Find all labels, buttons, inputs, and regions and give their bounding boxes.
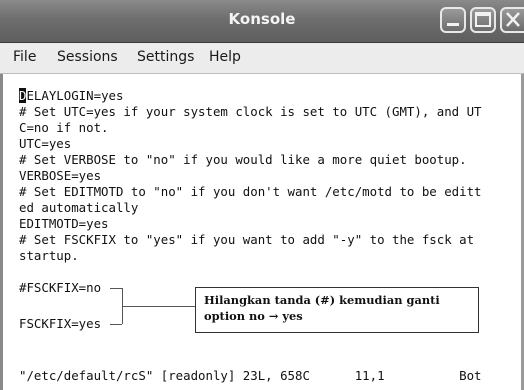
terminal-line: C=no if not. bbox=[19, 120, 109, 135]
minimize-button[interactable] bbox=[440, 7, 466, 33]
menu-sessions[interactable]: Sessions bbox=[57, 49, 118, 65]
terminal-line: VERBOSE=yes bbox=[19, 168, 102, 183]
terminal-line: #FSCKFIX=no bbox=[19, 280, 102, 295]
maximize-icon bbox=[475, 12, 491, 27]
terminal-line: # Set FSCKFIX to "yes" if you want to ad… bbox=[19, 232, 475, 247]
close-button[interactable] bbox=[500, 7, 524, 33]
annotation-callout: Hilangkan tanda (#) kemudian ganti optio… bbox=[195, 287, 479, 333]
terminal-line: # Set VERBOSE to "no" if you would like … bbox=[19, 152, 467, 167]
menu-settings[interactable]: Settings bbox=[137, 49, 194, 65]
status-line: "/etc/default/rcS" [readonly] 23L, 658C … bbox=[19, 368, 482, 383]
terminal-line: EDITMOTD=yes bbox=[19, 216, 109, 231]
terminal-line: ed automatically bbox=[19, 200, 139, 215]
connector-line bbox=[122, 306, 195, 307]
terminal-line: UTC=yes bbox=[19, 136, 72, 151]
terminal-line-text: ELAYLOGIN=yes bbox=[26, 88, 124, 103]
close-icon bbox=[506, 12, 520, 27]
maximize-button[interactable] bbox=[470, 7, 496, 33]
menu-bar: File Sessions Settings Help bbox=[0, 43, 524, 74]
connector-line bbox=[110, 324, 122, 325]
terminal-line: startup. bbox=[19, 248, 79, 263]
terminal-area[interactable]: DELAYLOGIN=yes # Set UTC=yes if your sys… bbox=[0, 74, 524, 390]
minimize-icon bbox=[447, 23, 459, 26]
connector-line bbox=[110, 288, 122, 289]
terminal-line: # Set UTC=yes if your system clock is se… bbox=[19, 104, 482, 119]
terminal-line: # Set EDITMOTD to "no" if you don't want… bbox=[19, 184, 482, 199]
annotation-text-line1: Hilangkan tanda (#) kemudian ganti bbox=[204, 293, 440, 307]
title-bar[interactable]: Konsole bbox=[0, 0, 524, 43]
menu-file[interactable]: File bbox=[13, 49, 36, 65]
annotation-text-line2: option no → yes bbox=[204, 309, 303, 323]
terminal-line: FSCKFIX=yes bbox=[19, 316, 102, 331]
menu-help[interactable]: Help bbox=[209, 49, 241, 65]
terminal-line: DELAYLOGIN=yes bbox=[19, 88, 123, 104]
